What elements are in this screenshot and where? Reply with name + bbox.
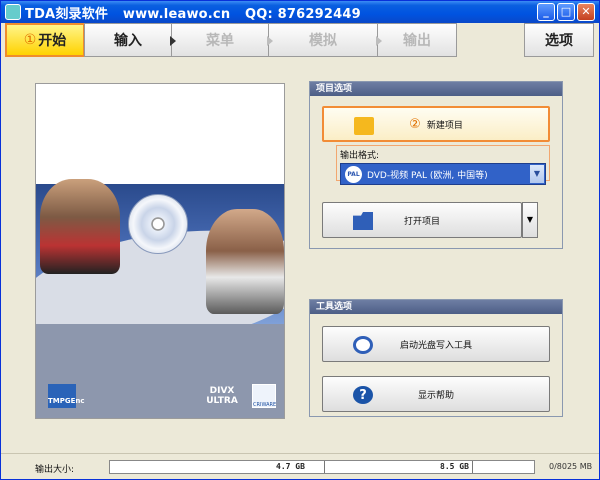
family-photo-right xyxy=(206,209,284,314)
new-project-label: 新建项目 xyxy=(426,120,463,131)
burn-tool-label: 启动光盘写入工具 xyxy=(399,340,472,351)
tab-input[interactable]: 输入 xyxy=(84,23,176,57)
chevron-right-icon xyxy=(170,36,176,46)
step-number: ② xyxy=(409,116,421,132)
output-format-box: 输出格式: PAL DVD-视频 PAL (欧洲, 中国等) ▼ xyxy=(336,145,550,185)
group-title: 项目选项 xyxy=(310,82,562,96)
capacity-mark-8-5: 8.5 GB xyxy=(440,462,469,471)
tab-menu[interactable]: 菜单 xyxy=(171,23,273,57)
tab-menu-label: 菜单 xyxy=(206,33,234,49)
tab-output[interactable]: 输出 xyxy=(377,23,457,57)
step-number: ① xyxy=(23,32,37,48)
capacity-tick xyxy=(324,461,325,473)
website-url: www.leawo.cn xyxy=(122,7,231,22)
criware-logo: CRIWARE xyxy=(252,384,276,408)
status-bar: 输出大小: 4.7 GB 8.5 GB 0/8025 MB xyxy=(1,453,599,479)
app-window: TDA刻录软件 www.leawo.cn QQ: 876292449 _ □ ✕… xyxy=(0,0,600,480)
close-button[interactable]: ✕ xyxy=(577,3,595,21)
tab-start-label: 开始 xyxy=(38,33,67,49)
family-photo-left xyxy=(40,179,120,274)
tab-simulate-label: 模拟 xyxy=(309,33,337,49)
chevron-right-icon xyxy=(267,36,273,46)
app-name: TDA刻录软件 xyxy=(25,7,109,22)
chevron-down-icon[interactable]: ▼ xyxy=(530,165,544,183)
output-size-label: 输出大小: xyxy=(35,465,75,475)
window-title: TDA刻录软件 www.leawo.cn QQ: 876292449 xyxy=(25,3,371,22)
qq-number: QQ: 876292449 xyxy=(245,7,361,22)
step-tabs: ① 开始 输入 菜单 模拟 输出 选项 xyxy=(5,23,597,57)
tab-options-label: 选项 xyxy=(545,33,573,49)
capacity-mark-4-7: 4.7 GB xyxy=(276,462,305,471)
app-icon xyxy=(5,4,21,20)
tools-options-group: 工具选项 启动光盘写入工具 ? 显示帮助 xyxy=(309,299,563,417)
tab-input-label: 输入 xyxy=(114,33,142,49)
tmpgenc-logo: TMPGEnc xyxy=(48,384,85,408)
help-label: 显示帮助 xyxy=(417,390,454,401)
tab-start[interactable]: ① 开始 xyxy=(5,23,85,57)
capacity-tick xyxy=(472,461,473,473)
open-project-button[interactable]: 打开项目 xyxy=(322,202,522,238)
output-format-label: 输出格式: xyxy=(340,151,380,161)
tab-output-label: 输出 xyxy=(403,33,431,49)
disc-burn-icon xyxy=(353,336,373,354)
pal-icon: PAL xyxy=(345,166,362,183)
chevron-right-icon xyxy=(376,36,382,46)
project-options-group: 项目选项 ② 新建项目 输出格式: PAL DVD-视频 PAL (欧洲, 中国… xyxy=(309,81,563,249)
tab-options[interactable]: 选项 xyxy=(524,23,594,57)
help-button[interactable]: ? 显示帮助 xyxy=(322,376,550,412)
output-size-value: 0/8025 MB xyxy=(549,462,593,471)
output-format-value: DVD-视频 PAL (欧洲, 中国等) xyxy=(367,170,488,181)
open-project-dropdown[interactable]: ▼ xyxy=(522,202,538,238)
title-bar[interactable]: TDA刻录软件 www.leawo.cn QQ: 876292449 _ □ ✕ xyxy=(1,1,599,23)
burn-tool-button[interactable]: 启动光盘写入工具 xyxy=(322,326,550,362)
open-project-label: 打开项目 xyxy=(403,216,440,227)
preview-image: TMPGEnc DIVX ULTRA CRIWARE xyxy=(35,83,285,419)
group-title: 工具选项 xyxy=(310,300,562,314)
open-folder-icon xyxy=(353,212,373,230)
dvd-disc-icon xyxy=(128,194,188,254)
capacity-bar: 4.7 GB 8.5 GB xyxy=(109,460,535,474)
tab-simulate[interactable]: 模拟 xyxy=(268,23,382,57)
divx-logo: DIVX ULTRA xyxy=(206,386,238,406)
output-format-select[interactable]: PAL DVD-视频 PAL (欧洲, 中国等) ▼ xyxy=(340,163,546,185)
maximize-button[interactable]: □ xyxy=(557,3,575,21)
new-project-button[interactable]: ② 新建项目 xyxy=(322,106,550,142)
minimize-button[interactable]: _ xyxy=(537,3,555,21)
folder-icon xyxy=(354,117,374,135)
help-icon: ? xyxy=(353,386,373,404)
